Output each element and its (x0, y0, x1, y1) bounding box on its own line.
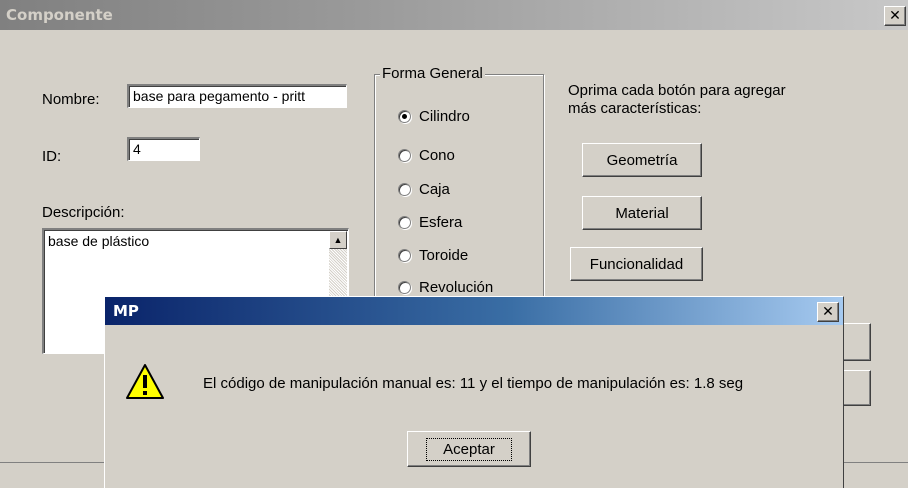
radio-caja[interactable]: Caja (398, 181, 450, 198)
radio-label: Cilindro (419, 108, 470, 125)
scroll-up-icon[interactable]: ▲ (329, 231, 347, 249)
radio-label: Cono (419, 147, 455, 164)
funcionalidad-button[interactable]: Funcionalidad (570, 247, 703, 281)
radio-esfera[interactable]: Esfera (398, 214, 462, 231)
warning-icon (126, 364, 164, 399)
nombre-label: Nombre: (42, 91, 100, 108)
dialog-message: El código de manipulación manual es: 11 … (203, 375, 744, 392)
dialog-title-bar[interactable]: MP ✕ (105, 297, 843, 325)
id-label: ID: (42, 148, 62, 165)
aceptar-label: Aceptar (426, 437, 512, 461)
radio-unchecked-icon[interactable] (398, 183, 411, 196)
radio-cono[interactable]: Cono (398, 147, 455, 164)
radio-label: Toroide (419, 247, 469, 264)
radio-unchecked-icon[interactable] (398, 249, 411, 262)
forma-general-caption: Forma General (380, 65, 485, 82)
dialog-close-icon[interactable]: ✕ (817, 302, 839, 322)
radio-cilindro[interactable]: Cilindro (398, 108, 470, 125)
instructions-line2: más características: (568, 100, 702, 117)
radio-unchecked-icon[interactable] (398, 216, 411, 229)
descripcion-text: base de plástico (48, 233, 150, 249)
geometria-button[interactable]: Geometría (582, 143, 702, 177)
radio-toroide[interactable]: Toroide (398, 247, 468, 264)
radio-unchecked-icon[interactable] (398, 281, 411, 294)
message-dialog: MP ✕ El código de manipulación manual es… (104, 296, 844, 488)
divider (0, 462, 104, 463)
radio-unchecked-icon[interactable] (398, 149, 411, 162)
radio-label: Caja (419, 181, 450, 198)
divider (843, 462, 908, 463)
dialog-title: MP (113, 302, 139, 320)
descripcion-label: Descripción: (42, 204, 125, 221)
id-input[interactable]: 4 (127, 137, 200, 161)
radio-revolucion[interactable]: Revolución (398, 279, 493, 296)
radio-label: Revolución (419, 279, 494, 296)
material-button[interactable]: Material (582, 196, 702, 230)
aceptar-button[interactable]: Aceptar (407, 431, 531, 467)
main-title-bar[interactable]: Componente ✕ (0, 0, 908, 30)
window-title: Componente (6, 6, 113, 24)
close-icon[interactable]: ✕ (884, 6, 906, 26)
instructions-line1: Oprima cada botón para agregar (568, 82, 786, 99)
nombre-input[interactable]: base para pegamento - pritt (127, 84, 347, 108)
radio-label: Esfera (419, 214, 463, 231)
radio-checked-icon[interactable] (398, 110, 411, 123)
